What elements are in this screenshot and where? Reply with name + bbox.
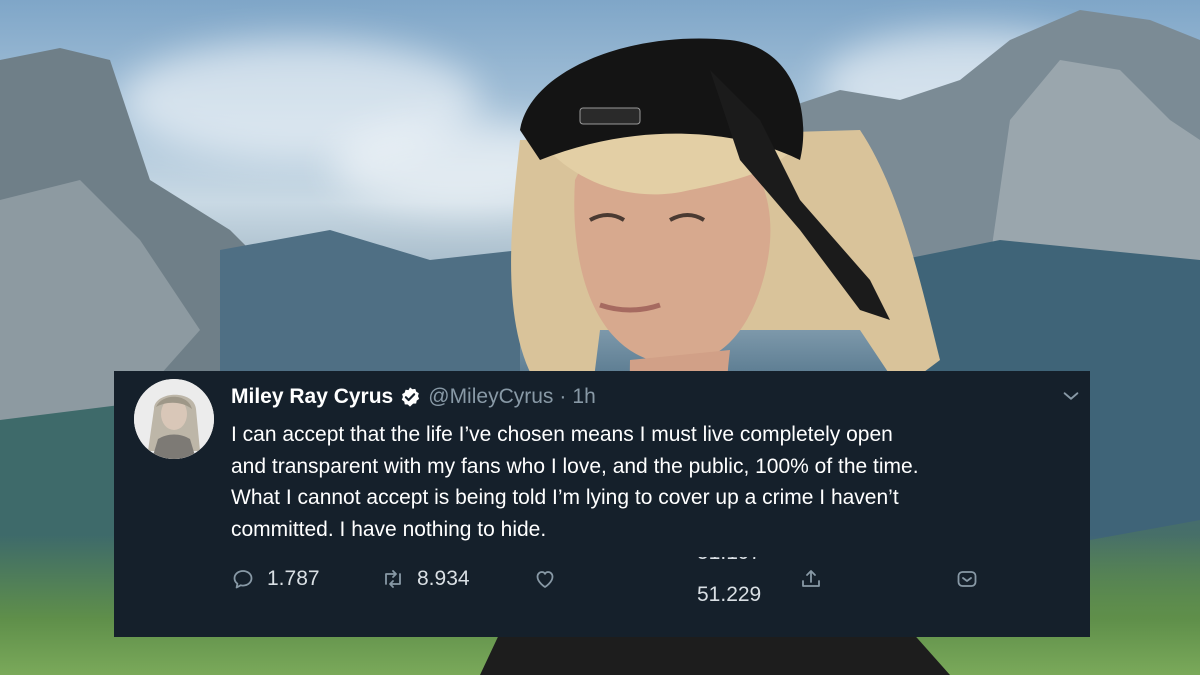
verified-badge-icon <box>402 387 420 407</box>
like-count-current: 51.229 <box>697 583 762 601</box>
message-button[interactable] <box>955 557 979 601</box>
tweet-text-line: I can accept that the life I’ve chosen m… <box>231 423 893 446</box>
tweet-header: Miley Ray Cyrus @MileyCyrus · 1h <box>231 383 596 411</box>
reply-icon <box>233 570 253 589</box>
tweet-card[interactable]: Miley Ray Cyrus @MileyCyrus · 1h I can a… <box>114 371 1090 637</box>
share-button[interactable] <box>799 557 823 601</box>
reply-button[interactable]: 1.787 <box>231 557 320 601</box>
retweet-icon <box>385 570 401 588</box>
tweet-text-line: What I cannot accept is being told I’m l… <box>231 486 899 509</box>
user-handle[interactable]: @MileyCyrus <box>428 385 553 409</box>
like-button[interactable] <box>533 557 557 601</box>
avatar[interactable] <box>134 379 214 459</box>
avatar-image <box>134 379 214 459</box>
like-count: 51.197 51.229 <box>697 557 777 601</box>
display-name[interactable]: Miley Ray Cyrus <box>231 385 393 409</box>
tweet-text-line: and transparent with my fans who I love,… <box>231 454 919 478</box>
like-count-previous: 51.197 <box>697 557 761 565</box>
reply-count: 1.787 <box>267 567 320 590</box>
heart-icon <box>536 571 554 588</box>
separator-dot: · <box>559 385 567 408</box>
tweet-text: I can accept that the life I’ve chosen m… <box>231 419 1071 545</box>
chevron-down-icon[interactable] <box>1060 385 1082 407</box>
share-icon <box>802 570 820 587</box>
retweet-count: 8.934 <box>417 567 470 590</box>
tweet-actions: 1.787 8.934 51.197 51.229 <box>231 557 1071 601</box>
message-icon <box>957 571 977 587</box>
tweet-text-line: committed. I have nothing to hide. <box>231 517 547 541</box>
tweet-timestamp[interactable]: 1h <box>572 385 595 409</box>
retweet-button[interactable]: 8.934 <box>381 557 470 601</box>
